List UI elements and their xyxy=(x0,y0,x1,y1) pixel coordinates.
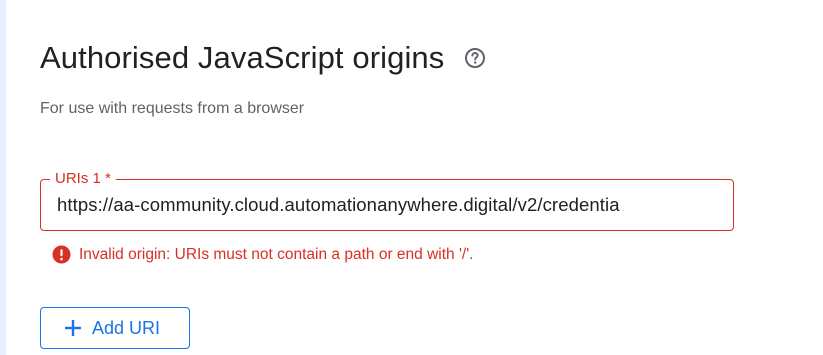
section-subtitle: For use with requests from a browser xyxy=(40,100,305,117)
uri-field: URIs 1 * xyxy=(40,169,734,231)
uri-error: Invalid origin: URIs must not contain a … xyxy=(52,245,473,264)
plus-icon xyxy=(63,318,83,338)
section-title: Authorised JavaScript origins xyxy=(40,40,445,75)
uri-input[interactable] xyxy=(57,180,723,230)
add-uri-button[interactable]: Add URI xyxy=(40,307,190,349)
left-rail xyxy=(0,0,6,355)
help-circle-icon[interactable] xyxy=(464,47,486,69)
error-icon xyxy=(52,245,71,264)
section-header: Authorised JavaScript origins xyxy=(40,40,486,76)
uri-error-text: Invalid origin: URIs must not contain a … xyxy=(79,245,474,263)
add-uri-label: Add URI xyxy=(92,317,161,338)
